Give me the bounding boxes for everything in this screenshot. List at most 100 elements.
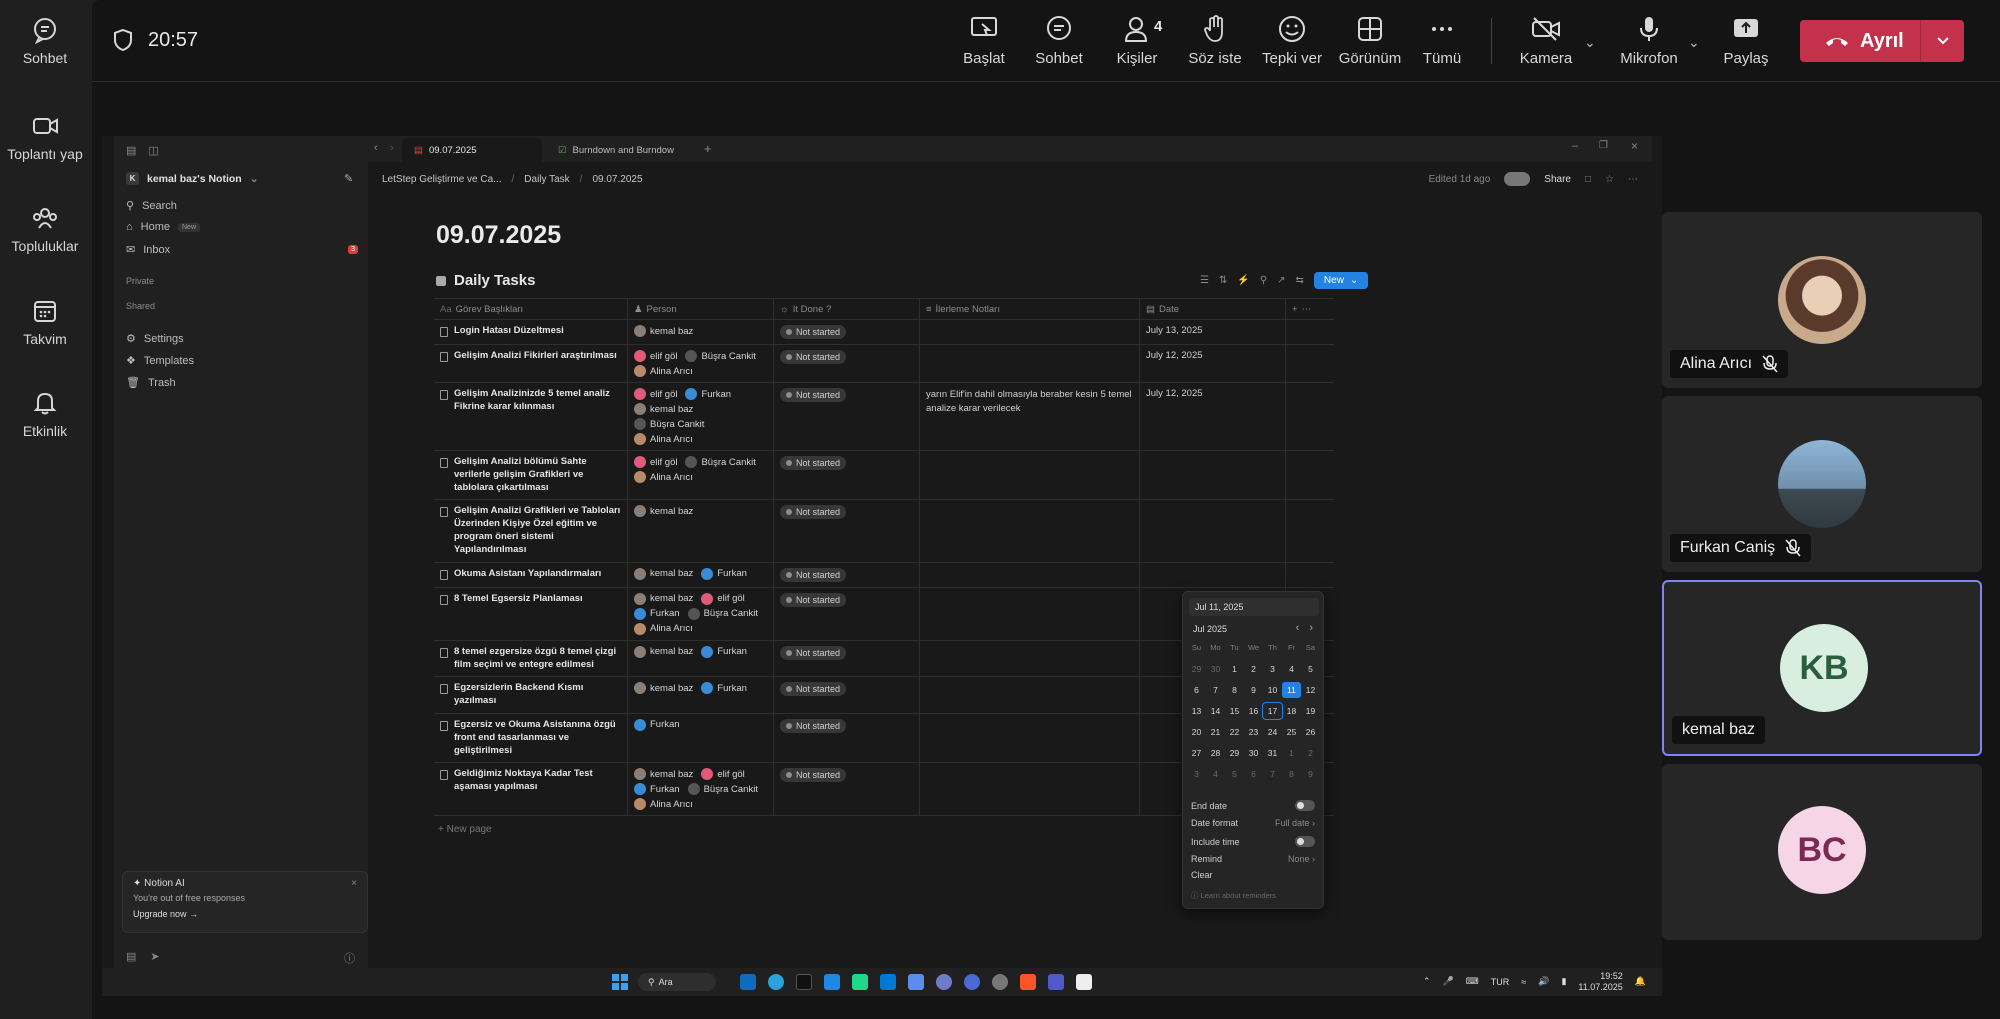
calendar-day[interactable]: 11 — [1282, 682, 1301, 698]
sidebar-item-settings[interactable]: ⚙ Settings — [126, 332, 184, 346]
task-cell[interactable]: Gelişim Analizi Fikirleri araştırılması — [434, 345, 628, 382]
participant-tile[interactable]: BC — [1662, 764, 1982, 940]
task-cell[interactable]: 8 Temel Egsersiz Planlaması — [434, 587, 628, 640]
calendar-day[interactable]: 1 — [1282, 745, 1301, 761]
battery-icon[interactable]: ▮ — [1561, 976, 1566, 987]
calendar-day[interactable]: 10 — [1263, 682, 1282, 698]
leave-button[interactable]: Ayrıl — [1800, 20, 1964, 62]
person-cell[interactable]: kemal baz Furkan — [628, 640, 774, 677]
status-cell[interactable]: Not started — [774, 500, 920, 562]
windows-start-icon[interactable] — [612, 974, 628, 990]
calendar-day[interactable]: 12 — [1301, 682, 1320, 698]
status-cell[interactable]: Not started — [774, 677, 920, 713]
person-chip[interactable]: kemal baz — [634, 403, 693, 415]
end-date-row[interactable]: End date — [1191, 800, 1315, 811]
status-cell[interactable]: Not started — [774, 320, 920, 344]
table-row[interactable]: Okuma Asistanı Yapılandırmaları kemal baz… — [434, 562, 1334, 588]
note-cell[interactable] — [920, 562, 1140, 587]
calendar-day[interactable]: 13 — [1187, 703, 1206, 719]
note-cell[interactable] — [920, 640, 1140, 677]
calendar-day[interactable]: 28 — [1206, 745, 1225, 761]
view-button[interactable]: Görünüm — [1332, 14, 1408, 67]
calendar-day[interactable]: 29 — [1225, 745, 1244, 761]
calendar-day[interactable]: 3 — [1187, 766, 1206, 782]
app-icon[interactable] — [936, 974, 952, 990]
tradingview-icon[interactable] — [796, 974, 812, 990]
new-page-row[interactable]: + New page — [438, 824, 492, 835]
participant-tile-active-speaker[interactable]: KB kemal baz — [1662, 580, 1982, 756]
chevron-right-icon[interactable]: › — [1309, 622, 1313, 634]
calendar-day[interactable]: 17 — [1262, 702, 1283, 720]
more-button[interactable]: Tümü — [1414, 14, 1470, 67]
forward-icon[interactable]: › — [390, 142, 394, 154]
share-screen-button[interactable]: Paylaş — [1716, 14, 1776, 67]
chevron-up-icon[interactable]: ⌃ — [1423, 976, 1431, 987]
sidebar-collapse-icon[interactable]: ◫ — [148, 144, 158, 157]
calendar-day[interactable]: 26 — [1301, 724, 1320, 740]
close-icon[interactable]: × — [351, 878, 357, 889]
settings-icon[interactable]: ⇆ — [1296, 275, 1304, 286]
chevron-left-icon[interactable]: ‹ — [1296, 622, 1300, 634]
person-chip[interactable]: kemal baz — [634, 505, 693, 518]
date-cell[interactable]: July 12, 2025 — [1140, 383, 1286, 450]
calendar-day[interactable]: 25 — [1282, 724, 1301, 740]
status-cell[interactable]: Not started — [774, 383, 920, 450]
task-cell[interactable]: Geldiğimiz Noktaya Kadar Test aşaması ya… — [434, 763, 628, 816]
more-icon[interactable]: ⋯ — [1628, 174, 1638, 185]
date-cell[interactable]: July 12, 2025 — [1140, 345, 1286, 382]
person-chip[interactable]: kemal baz — [634, 567, 693, 580]
status-cell[interactable]: Not started — [774, 763, 920, 816]
person-cell[interactable]: kemal baz elif göl Furkan Büşra Cankit Alina… — [628, 587, 774, 640]
note-cell[interactable] — [920, 451, 1140, 500]
person-chip[interactable]: Büşra Cankit — [634, 418, 704, 430]
note-cell[interactable] — [920, 500, 1140, 562]
task-cell[interactable]: Gelişim Analizi Grafikleri ve Tabloları … — [434, 500, 628, 562]
rail-chat[interactable]: Sohbet — [0, 16, 90, 66]
date-cell[interactable] — [1140, 451, 1286, 500]
calendar-day[interactable]: 3 — [1263, 661, 1282, 677]
vscode-icon[interactable] — [880, 974, 896, 990]
calendar-day[interactable]: 29 — [1187, 661, 1206, 677]
automation-icon[interactable]: ⚡ — [1237, 275, 1249, 286]
person-cell[interactable]: elif göl Büşra Cankit Alina Arıcı — [628, 451, 774, 500]
calendar-day[interactable]: 14 — [1206, 703, 1225, 719]
person-chip[interactable]: elif göl — [634, 456, 677, 468]
person-chip[interactable]: Alina Arıcı — [634, 365, 693, 377]
person-chip[interactable]: Furkan — [685, 388, 731, 400]
person-chip[interactable]: Alina Arıcı — [634, 471, 693, 483]
sidebar-menu-icon[interactable]: ▤ — [126, 144, 136, 157]
table-row[interactable]: Gelişim Analizi bölümü Sahte verilerle g… — [434, 451, 1334, 501]
react-button[interactable]: Tepki ver — [1254, 14, 1330, 67]
calendar-day[interactable]: 19 — [1301, 703, 1320, 719]
person-cell[interactable]: Furkan — [628, 713, 774, 763]
clear-date-button[interactable]: Clear — [1191, 870, 1315, 880]
calendar-day[interactable]: 9 — [1301, 766, 1320, 782]
calendar-day[interactable]: 21 — [1206, 724, 1225, 740]
back-icon[interactable]: ‹ — [374, 142, 378, 154]
person-chip[interactable]: elif göl — [701, 768, 745, 781]
person-chip[interactable]: kemal baz — [634, 682, 693, 695]
task-cell[interactable]: Gelişim Analizinizde 5 temel analiz Fikr… — [434, 383, 628, 450]
camera-button[interactable]: Kamera — [1510, 14, 1582, 67]
comment-icon[interactable]: □ — [1585, 174, 1591, 185]
breadcrumb-item[interactable]: LetStep Geliştirme ve Ca... — [382, 174, 502, 185]
calendar-day[interactable]: 31 — [1263, 745, 1282, 761]
teams-icon[interactable] — [1048, 974, 1064, 990]
filter-icon[interactable]: ☰ — [1200, 275, 1209, 286]
calendar-day[interactable]: 30 — [1244, 745, 1263, 761]
calendar-day[interactable]: 4 — [1282, 661, 1301, 677]
person-cell[interactable]: kemal baz Furkan — [628, 677, 774, 713]
date-input[interactable]: Jul 11, 2025 — [1189, 598, 1319, 616]
new-tab-icon[interactable]: + — [704, 141, 712, 156]
remind-row[interactable]: Remind None › — [1191, 854, 1315, 864]
note-cell[interactable] — [920, 763, 1140, 816]
sidebar-item-inbox[interactable]: ✉ Inbox 3 — [126, 243, 358, 256]
date-cell[interactable] — [1140, 500, 1286, 562]
calendar-day[interactable]: 8 — [1225, 682, 1244, 698]
task-cell[interactable]: Okuma Asistanı Yapılandırmaları — [434, 562, 628, 587]
person-chip[interactable]: kemal baz — [634, 768, 693, 781]
calendar-day[interactable]: 30 — [1206, 661, 1225, 677]
calendar-day[interactable]: 7 — [1206, 682, 1225, 698]
calendar-day[interactable]: 20 — [1187, 724, 1206, 740]
column-header[interactable]: Aa Görev Başlıkları — [434, 299, 628, 319]
